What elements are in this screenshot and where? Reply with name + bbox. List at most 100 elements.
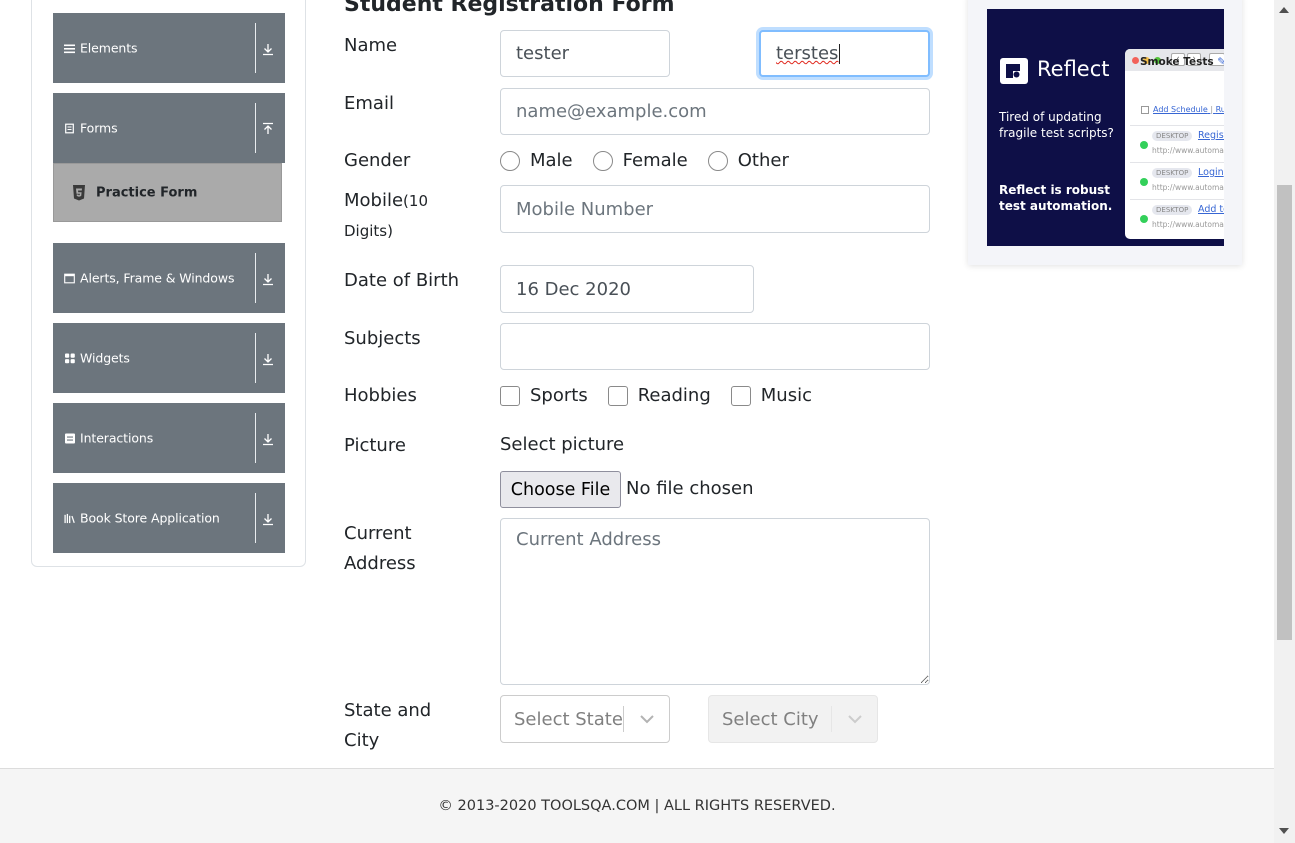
- mobile-hint: (10: [403, 192, 428, 210]
- test-link: Add to: [1198, 204, 1224, 215]
- hobbies-label: Hobbies: [344, 385, 417, 406]
- sidebar-item-practice-form[interactable]: Practice Form: [53, 163, 282, 222]
- last-name-value: terstes: [776, 43, 839, 64]
- page-title: Student Registration Form: [344, 0, 675, 17]
- state-select-value: Select State: [514, 708, 623, 730]
- hobby-option-sports[interactable]: Sports: [500, 385, 588, 406]
- radio-button[interactable]: [707, 150, 728, 171]
- choose-file-button[interactable]: Choose File: [500, 471, 621, 508]
- sidebar-group-label: Forms: [80, 120, 118, 136]
- subjects-label: Subjects: [344, 328, 421, 349]
- status-dot-icon: [1140, 215, 1148, 223]
- divider: [255, 413, 256, 463]
- copyright-text: © 2013-2020 TOOLSQA.COM | ALL RIGHTS RES…: [438, 798, 836, 814]
- gender-option-other[interactable]: Other: [707, 150, 789, 171]
- gender-option-female[interactable]: Female: [592, 150, 688, 171]
- platform-tag: DESKTOP: [1152, 168, 1193, 178]
- divider: [255, 493, 256, 543]
- gender-option-male[interactable]: Male: [500, 150, 573, 171]
- scrollbar-thumb[interactable]: [1277, 185, 1292, 640]
- download-arrow-icon[interactable]: [261, 511, 275, 526]
- sidebar-group-label: Book Store Application: [80, 510, 220, 526]
- sidebar-group-book-store[interactable]: Book Store Application: [53, 483, 285, 553]
- reflect-logo-icon: [1000, 58, 1028, 84]
- test-link: Login: [1198, 167, 1224, 178]
- checkbox[interactable]: [500, 385, 520, 406]
- pencil-icon: ✎: [1217, 56, 1224, 68]
- gender-label: Gender: [344, 150, 411, 171]
- sidebar-group-forms[interactable]: Forms: [53, 93, 285, 163]
- ad-banner[interactable]: Reflect Tired of updating fragile test s…: [987, 9, 1224, 246]
- mobile-label: Mobile(10 Digits): [344, 186, 428, 246]
- chevron-down-icon[interactable]: [832, 714, 877, 724]
- first-name-input[interactable]: [500, 30, 670, 77]
- ad-brand-name: Reflect: [1037, 57, 1110, 81]
- date-of-birth-input[interactable]: [500, 265, 754, 313]
- download-arrow-icon[interactable]: [261, 431, 275, 446]
- radio-label: Male: [530, 150, 573, 171]
- dob-label: Date of Birth: [344, 270, 460, 291]
- select-picture-text: Select picture: [500, 434, 625, 455]
- address-label-line: Current: [344, 523, 412, 544]
- page-scrollbar[interactable]: [1274, 0, 1295, 843]
- platform-tag: DESKTOP: [1152, 205, 1193, 215]
- ad-schedule-link: Add Schedule | Ru: [1141, 105, 1224, 114]
- divider: [255, 333, 256, 383]
- scroll-up-arrow-icon[interactable]: [1279, 7, 1289, 13]
- sidebar-group-label: Alerts, Frame & Windows: [80, 270, 235, 286]
- checkbox[interactable]: [607, 385, 628, 406]
- scroll-down-arrow-icon[interactable]: [1279, 828, 1289, 834]
- sidebar-group-label: Widgets: [80, 350, 130, 366]
- current-address-textarea[interactable]: [500, 518, 930, 685]
- calendar-icon: [1141, 105, 1149, 114]
- platform-tag: DESKTOP: [1152, 131, 1193, 141]
- gender-radio-group: Male Female Other: [500, 150, 809, 171]
- sidebar-item-label: Practice Form: [96, 185, 198, 200]
- ad-schedule-text: Add Schedule: [1153, 105, 1208, 114]
- sidebar-group-widgets[interactable]: Widgets: [53, 323, 285, 393]
- sidebar-group-alerts[interactable]: Alerts, Frame & Windows: [53, 243, 285, 313]
- test-url: http://www.automat: [1152, 183, 1224, 192]
- upload-arrow-icon[interactable]: [261, 121, 275, 135]
- hobby-option-reading[interactable]: Reading: [607, 385, 711, 406]
- state-city-label-line: City: [344, 730, 380, 751]
- sidebar-group-label: Elements: [80, 40, 138, 56]
- chevron-down-icon[interactable]: [624, 714, 669, 724]
- divider: [255, 103, 256, 153]
- city-select[interactable]: Select City: [708, 695, 878, 743]
- email-input[interactable]: [500, 88, 930, 135]
- mobile-input[interactable]: [500, 185, 930, 233]
- html5-icon: [72, 185, 86, 201]
- divider: [255, 253, 256, 303]
- checkbox-label: Sports: [530, 385, 588, 406]
- checkbox-label: Music: [760, 385, 812, 406]
- mobile-label-text: Mobile: [344, 190, 404, 211]
- ad-test-row: DESKTOP Registr http://www.automat: [1130, 125, 1224, 161]
- last-name-input[interactable]: terstes: [759, 30, 930, 77]
- radio-label: Female: [622, 150, 688, 171]
- ad-window-title: Smoke Tests ✎: [1140, 56, 1224, 68]
- download-arrow-icon[interactable]: [261, 41, 275, 56]
- sidebar-group-elements[interactable]: Elements: [53, 13, 285, 83]
- test-url: http://www.automat: [1152, 146, 1224, 155]
- subjects-input[interactable]: [500, 323, 930, 370]
- state-select[interactable]: Select State: [500, 695, 670, 743]
- status-dot-icon: [1140, 141, 1148, 149]
- books-icon: [64, 513, 75, 524]
- sidebar-group-interactions[interactable]: Interactions: [53, 403, 285, 473]
- page-footer: © 2013-2020 TOOLSQA.COM | ALL RIGHTS RES…: [0, 768, 1274, 843]
- hobby-option-music[interactable]: Music: [730, 385, 812, 406]
- email-label: Email: [344, 93, 394, 114]
- checkbox[interactable]: [730, 385, 751, 406]
- ad-headline: Tired of updating fragile test scripts?: [999, 110, 1114, 140]
- radio-button[interactable]: [592, 150, 613, 171]
- grid-icon: [64, 353, 75, 364]
- name-label: Name: [344, 35, 398, 56]
- download-arrow-icon[interactable]: [261, 351, 275, 366]
- download-arrow-icon[interactable]: [261, 271, 275, 286]
- document-icon: [64, 123, 75, 134]
- divider: [255, 23, 256, 73]
- radio-button[interactable]: [500, 150, 520, 171]
- status-dot-icon: [1140, 178, 1148, 186]
- window-icon: [64, 273, 75, 284]
